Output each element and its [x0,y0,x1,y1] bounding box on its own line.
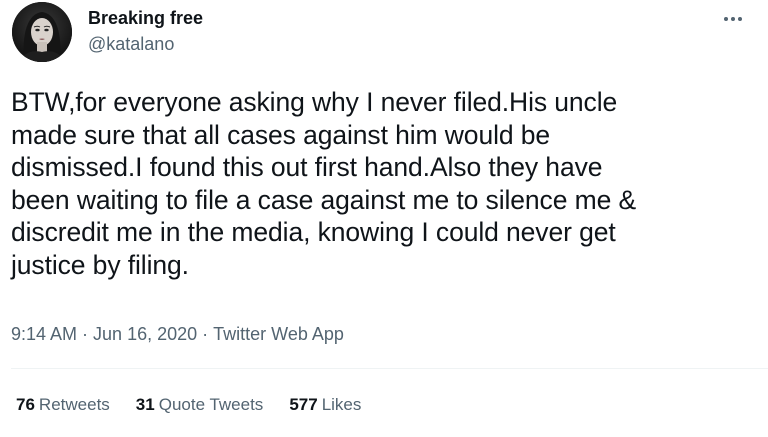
tweet-time[interactable]: 9:14 AM [11,324,77,344]
display-name[interactable]: Breaking free [88,6,203,30]
meta-separator: · [202,324,209,344]
meta-separator: · [82,324,89,344]
likes-label: Likes [321,395,362,414]
divider [11,368,768,369]
tweet-text-line: discredit me in the media, knowing I cou… [11,217,616,248]
user-handle[interactable]: @katalano [88,33,174,55]
quote-tweets-count: 31 [135,395,155,414]
quote-tweets-label: Quote Tweets [158,395,264,414]
more-options-button[interactable] [716,4,750,34]
tweet-source[interactable]: Twitter Web App [213,324,344,344]
avatar[interactable] [12,2,72,62]
tweet-text-line: dismissed.I found this out first hand.Al… [11,152,603,183]
tweet-text-line: been waiting to file a case against me t… [11,184,637,215]
retweets-count: 76 [16,395,35,414]
tweet-meta: 9:14 AM · Jun 16, 2020 · Twitter Web App [11,322,344,346]
tweet-stats: 76 Retweets 31 Quote Tweets 577 Likes [16,394,387,416]
tweet-card: Breaking free @katalano BTW,for everyone… [0,0,768,437]
more-horizontal-icon [724,17,742,21]
retweets-label: Retweets [38,395,110,414]
tweet-text-line: made sure that all cases against him wou… [11,119,551,150]
retweets-stat[interactable]: 76 Retweets [16,394,110,416]
tweet-text-line: justice by filing. [11,249,189,280]
tweet-text-line: BTW,for everyone asking why I never file… [11,87,618,117]
quote-tweets-stat[interactable]: 31 Quote Tweets [136,394,264,416]
likes-count: 577 [289,395,318,414]
likes-stat[interactable]: 577 Likes [289,394,361,416]
profile-photo-icon [12,2,72,62]
tweet-date[interactable]: Jun 16, 2020 [93,324,197,344]
tweet-text: BTW,for everyone asking why I never file… [11,86,761,282]
